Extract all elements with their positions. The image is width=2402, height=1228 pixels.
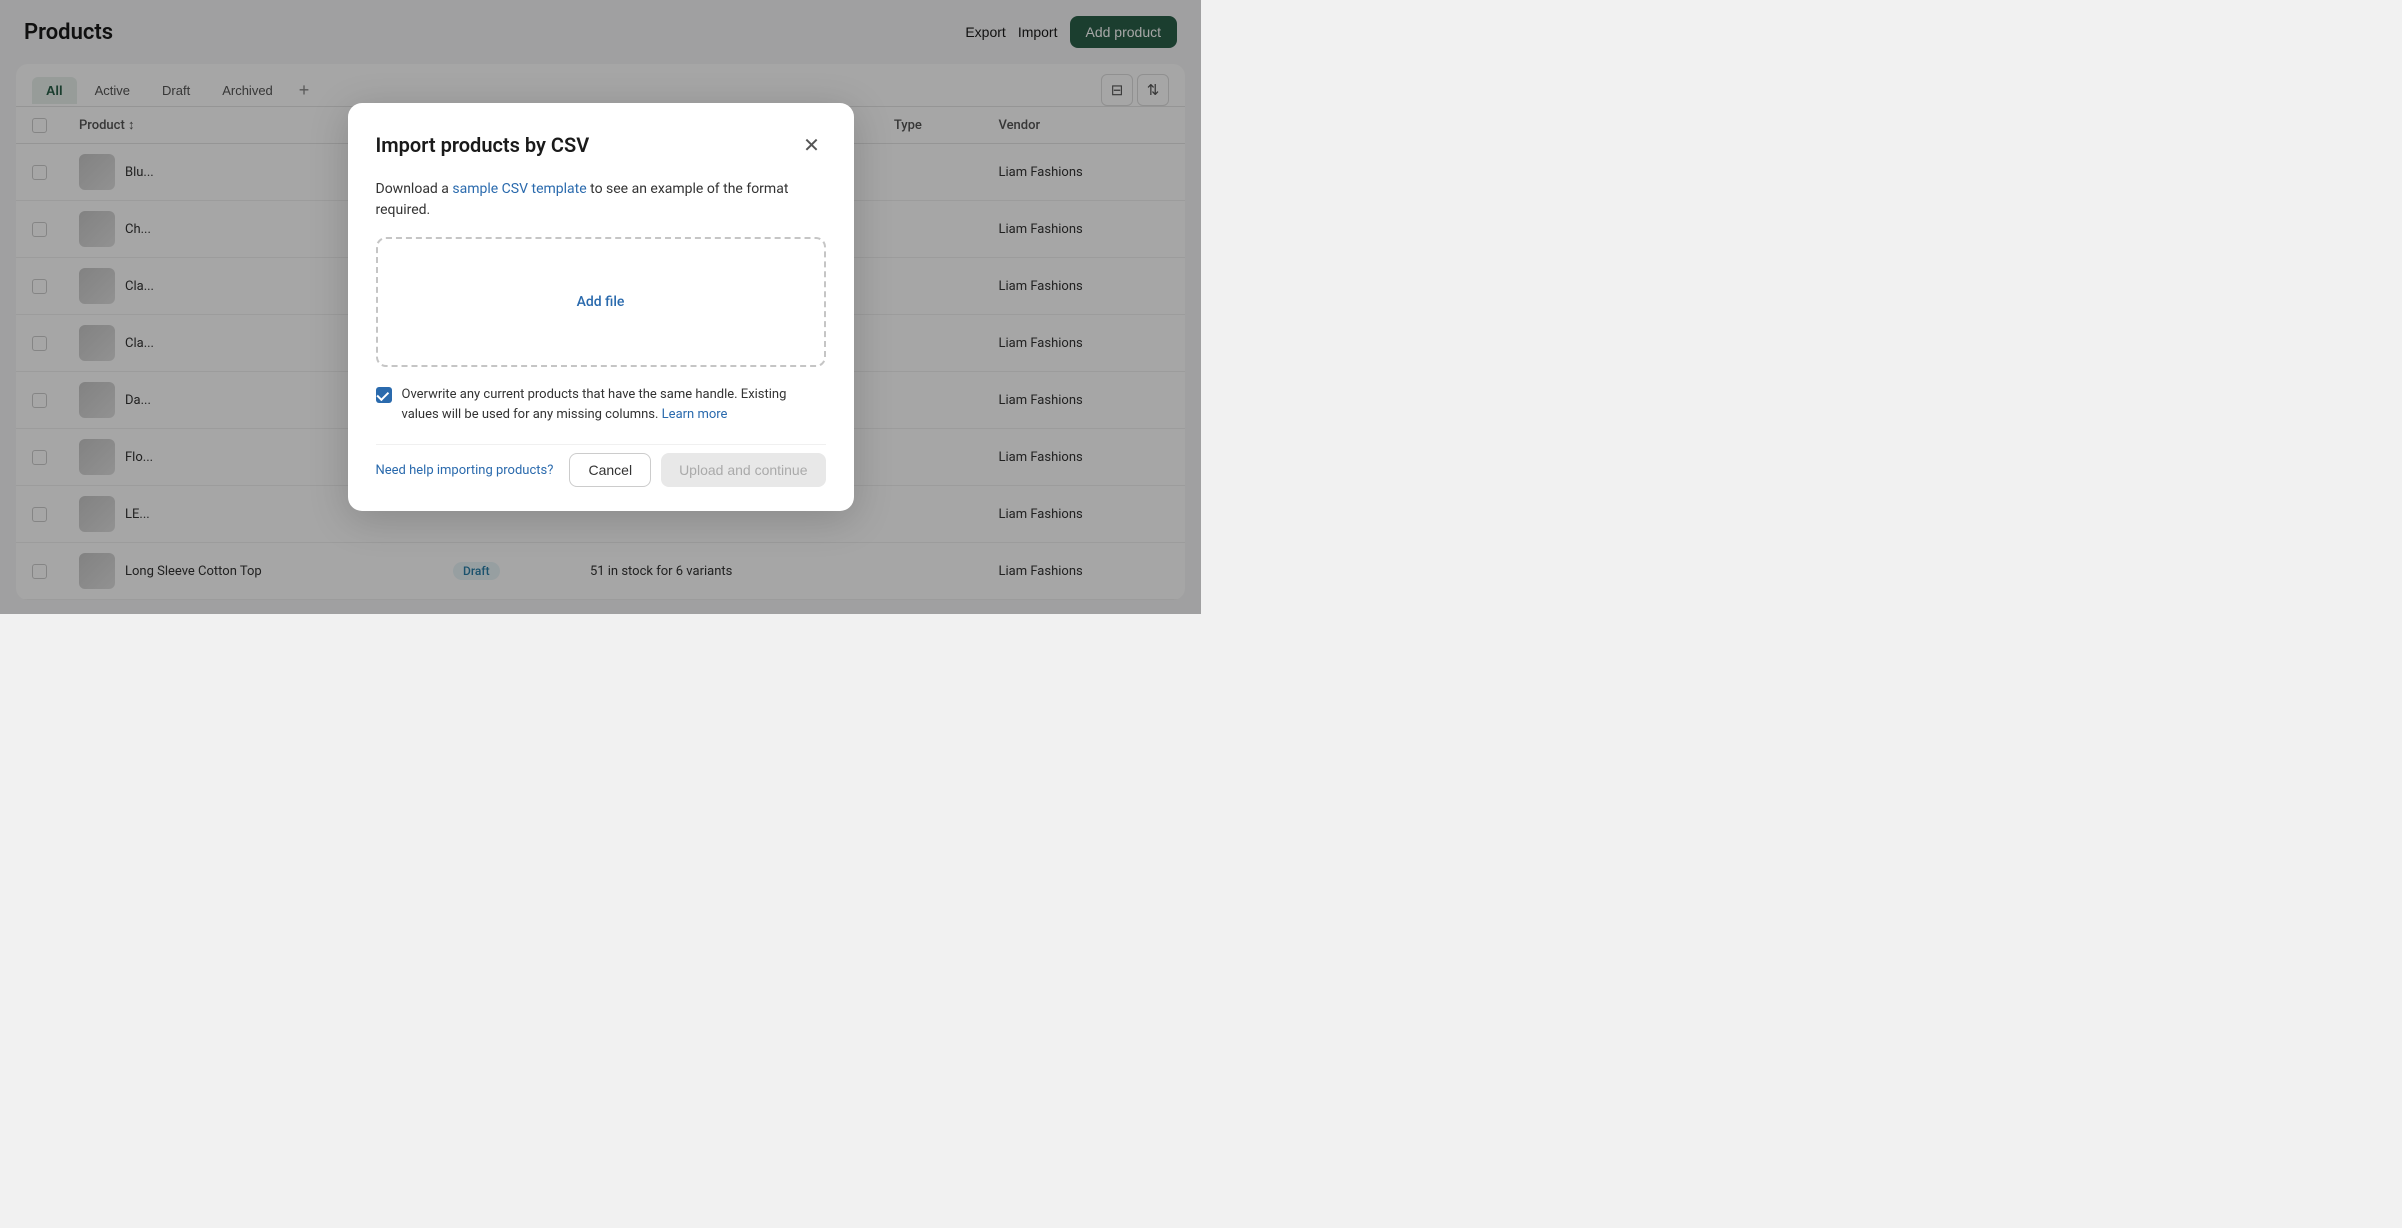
add-file-label: Add file (577, 294, 625, 310)
page-background: Products Export Import Add product All A… (0, 0, 1201, 614)
upload-continue-button[interactable]: Upload and continue (661, 453, 825, 487)
overwrite-checkbox-row: Overwrite any current products that have… (376, 385, 826, 424)
modal-footer: Need help importing products? Cancel Upl… (376, 444, 826, 487)
footer-buttons: Cancel Upload and continue (569, 453, 825, 487)
overwrite-checkbox[interactable] (376, 387, 392, 403)
learn-more-link[interactable]: Learn more (662, 407, 728, 422)
modal-overlay[interactable]: Import products by CSV ✕ Download a samp… (0, 0, 1201, 614)
import-csv-modal: Import products by CSV ✕ Download a samp… (348, 103, 854, 511)
file-drop-zone[interactable]: Add file (376, 237, 826, 367)
close-icon: ✕ (803, 133, 820, 158)
modal-close-button[interactable]: ✕ (798, 131, 826, 159)
cancel-button[interactable]: Cancel (569, 453, 651, 487)
overwrite-text: Overwrite any current products that have… (402, 385, 826, 424)
modal-header: Import products by CSV ✕ (376, 131, 826, 159)
sample-csv-link[interactable]: sample CSV template (452, 181, 586, 197)
overwrite-label: Overwrite any current products that have… (402, 387, 787, 422)
description-prefix: Download a (376, 181, 453, 197)
help-link[interactable]: Need help importing products? (376, 463, 554, 478)
modal-title: Import products by CSV (376, 133, 590, 157)
modal-description: Download a sample CSV template to see an… (376, 179, 826, 221)
